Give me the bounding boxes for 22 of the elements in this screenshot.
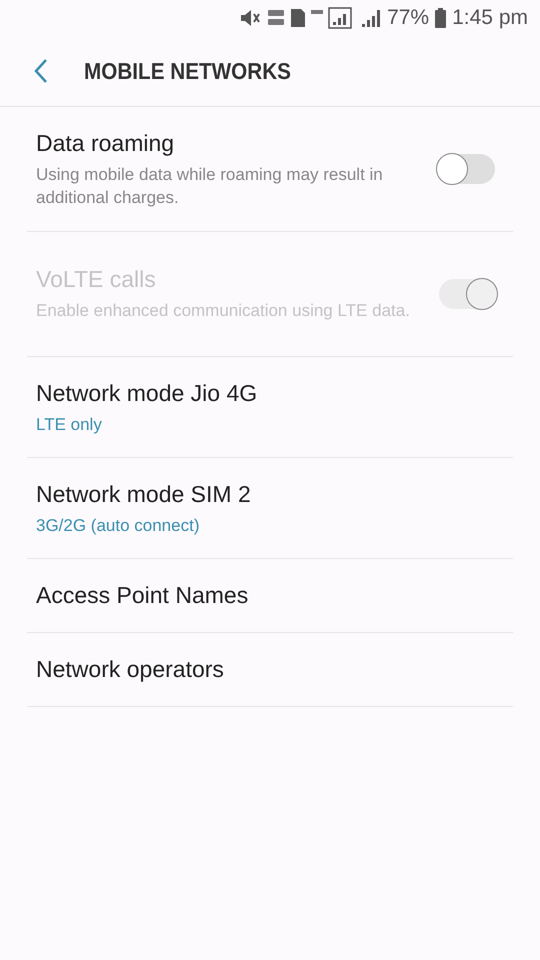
setting-title: Data roaming <box>36 130 176 156</box>
setting-value: LTE only <box>36 414 103 434</box>
setting-row[interactable]: Data roaming Using mobile data while roaming may result in additional charges. <box>27 107 513 232</box>
sim-icon <box>291 9 306 27</box>
setting-title: Access Point Names <box>36 582 250 609</box>
setting-title: Network mode Jio 4G <box>36 380 258 406</box>
battery-icon <box>435 8 446 28</box>
setting-row[interactable]: Network operators <box>27 633 513 707</box>
battery-percent: 77% <box>387 6 430 30</box>
setting-title: Network mode SIM 2 <box>36 480 252 508</box>
setting-summary: Enable enhanced communication using LTE data. <box>36 300 411 322</box>
mute-icon <box>239 8 262 28</box>
setting-row[interactable]: Network mode SIM 2 3G/2G (auto connect) <box>27 458 513 559</box>
setting-title: VoLTE calls <box>36 266 157 293</box>
signal-icon <box>361 8 382 28</box>
clock: 1:45 pm <box>452 6 528 30</box>
page-title: MOBILE NETWORKS <box>84 58 291 84</box>
setting-row[interactable]: Access Point Names <box>27 559 513 633</box>
setting-summary: Using mobile data while roaming may result in additional charges. <box>36 164 384 208</box>
setting-title: Network operators <box>36 656 225 683</box>
setting-row[interactable]: Network mode Jio 4G LTE only <box>27 357 513 458</box>
setting-value: 3G/2G (auto connect) <box>36 516 200 536</box>
